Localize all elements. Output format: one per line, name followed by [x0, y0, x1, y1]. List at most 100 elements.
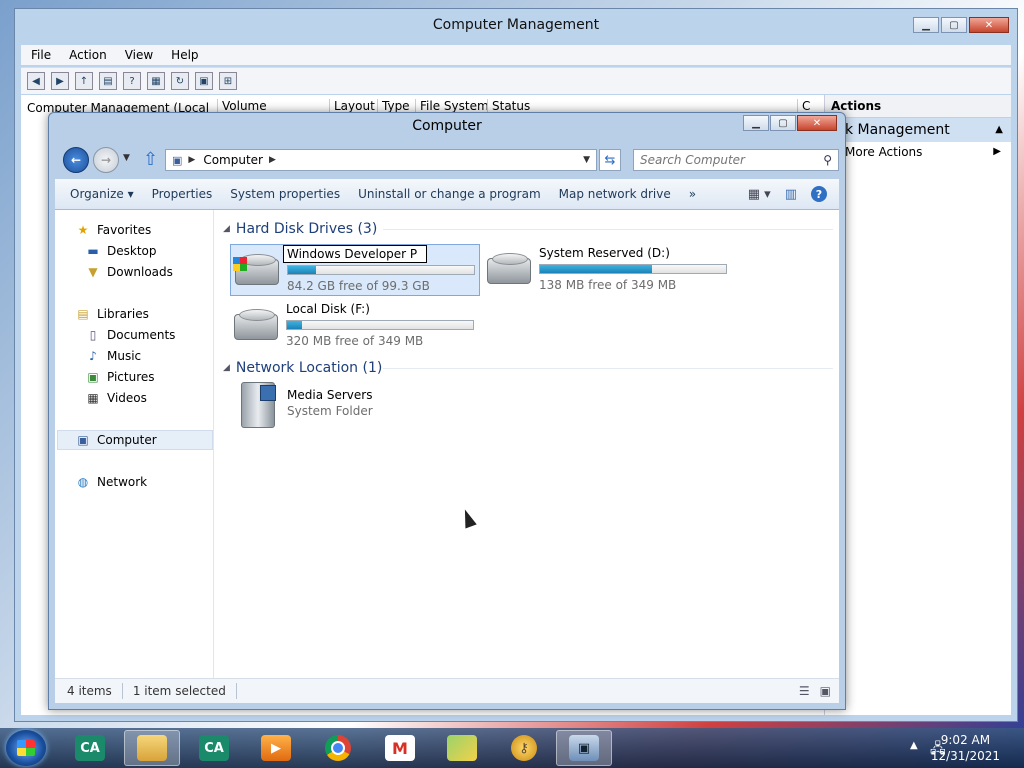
- search-icon[interactable]: ⚲: [823, 153, 832, 167]
- taskbar-app-credit-agricole-1[interactable]: CA: [62, 730, 118, 766]
- drive-local-disk[interactable]: Local Disk (F:) 320 MB free of 349 MB: [230, 300, 480, 352]
- taskbar-app-security[interactable]: ⚷: [496, 730, 552, 766]
- drive-name: System Reserved (D:): [539, 246, 670, 260]
- clock-date: 12/31/2021: [930, 749, 1000, 763]
- drive-usage-fill: [287, 321, 302, 329]
- gmail-icon: M: [385, 735, 415, 761]
- drive-windows[interactable]: 84.2 GB free of 99.3 GB: [230, 244, 480, 296]
- preview-pane-icon[interactable]: ▥: [785, 187, 797, 202]
- minimize-button[interactable]: ▁: [743, 115, 769, 131]
- drive-usage-fill: [288, 266, 316, 274]
- close-button[interactable]: ✕: [797, 115, 837, 131]
- uninstall-program-button[interactable]: Uninstall or change a program: [349, 187, 550, 201]
- collapse-icon[interactable]: ▲: [995, 118, 1003, 142]
- search-input[interactable]: [634, 152, 824, 168]
- change-view-icon[interactable]: ▦ ▾: [748, 187, 771, 202]
- breadcrumb-chevron-icon[interactable]: ▶: [269, 155, 276, 165]
- rename-drive-input[interactable]: [283, 245, 427, 263]
- nav-documents[interactable]: ▯ Documents: [85, 325, 176, 345]
- computer-explorer-window: Computer ▁ ▢ ✕ ← → ▼ ⇧ ▣ ▶ Computer ▶ ▼ …: [48, 112, 846, 710]
- maximize-button[interactable]: ▢: [770, 115, 796, 131]
- address-dropdown-icon[interactable]: ▼: [583, 155, 590, 165]
- recent-pages-dropdown-icon[interactable]: ▼: [123, 153, 130, 163]
- nav-desktop[interactable]: ▬ Desktop: [85, 241, 156, 261]
- up-level-icon[interactable]: ⇧: [143, 149, 158, 170]
- cm-window-title: Computer Management: [432, 17, 600, 33]
- help-icon[interactable]: ?: [811, 186, 827, 202]
- taskbar-app-chrome[interactable]: [310, 730, 366, 766]
- menu-file[interactable]: File: [31, 48, 51, 62]
- minimize-button[interactable]: ▁: [913, 17, 939, 33]
- breadcrumb-chevron-icon[interactable]: ▶: [188, 155, 195, 165]
- actions-section-disk-management[interactable]: k Management ▲: [825, 118, 1011, 142]
- actions-header: Actions: [825, 95, 1011, 118]
- nav-downloads[interactable]: ▼ Downloads: [85, 262, 173, 282]
- hard-disk-icon: [487, 253, 531, 284]
- media-server-icon: [241, 382, 276, 428]
- refresh-button[interactable]: ⇆: [599, 149, 621, 171]
- system-tray: ▲ 🖧 9:02 AM 12/31/2021: [874, 728, 1024, 768]
- help-icon[interactable]: ?: [123, 72, 141, 90]
- organize-button[interactable]: Organize ▾: [61, 187, 143, 201]
- drive-system-reserved[interactable]: System Reserved (D:) 138 MB free of 349 …: [483, 244, 743, 296]
- taskbar-app-media-player[interactable]: ▶: [248, 730, 304, 766]
- up-folder-icon[interactable]: ↑: [75, 72, 93, 90]
- taskbar-app-gmail[interactable]: M: [372, 730, 428, 766]
- panel-icon[interactable]: ▦: [147, 72, 165, 90]
- clock[interactable]: 9:02 AM 12/31/2021: [931, 732, 1000, 764]
- pictures-icon: ▣: [87, 370, 99, 384]
- large-icons-view-icon[interactable]: ▣: [820, 684, 831, 698]
- windows-logo-icon: [17, 740, 35, 756]
- taskbar-app-credit-agricole-2[interactable]: CA: [186, 730, 242, 766]
- cm-toolbar: ◀ ▶ ↑ ▤ ? ▦ ↻ ▣ ⊞: [21, 67, 1011, 94]
- back-button[interactable]: ←: [63, 147, 89, 173]
- map-network-drive-button[interactable]: Map network drive: [550, 187, 680, 201]
- group-hard-disk-drives[interactable]: ◢ Hard Disk Drives (3): [223, 219, 833, 239]
- more-commands-button[interactable]: »: [680, 187, 705, 201]
- system-properties-button[interactable]: System properties: [221, 187, 349, 201]
- nav-network[interactable]: ◍ Network: [75, 472, 147, 492]
- forward-button[interactable]: →: [93, 147, 119, 173]
- menu-help[interactable]: Help: [171, 48, 198, 62]
- address-box[interactable]: ▣ ▶ Computer ▶ ▼: [165, 149, 597, 171]
- actions-more-actions[interactable]: More Actions ▶: [825, 142, 1011, 162]
- nav-libraries[interactable]: ▤ Libraries: [75, 304, 149, 324]
- nav-pictures[interactable]: ▣ Pictures: [85, 367, 154, 387]
- menu-view[interactable]: View: [125, 48, 153, 62]
- file-explorer-icon: [137, 735, 167, 761]
- menu-action[interactable]: Action: [69, 48, 107, 62]
- properties-icon[interactable]: ▣: [195, 72, 213, 90]
- maximize-button[interactable]: ▢: [941, 17, 967, 33]
- status-item-count: 4 items: [67, 684, 112, 698]
- back-arrow-icon[interactable]: ◀: [27, 72, 45, 90]
- details-view-icon[interactable]: ☰: [799, 684, 810, 698]
- taskbar-app-file-explorer[interactable]: [124, 730, 180, 766]
- forward-arrow-icon[interactable]: ▶: [51, 72, 69, 90]
- nav-favorites[interactable]: ★ Favorites: [75, 220, 152, 240]
- documents-icon: ▯: [89, 328, 97, 342]
- nav-computer[interactable]: ▣ Computer: [75, 430, 156, 450]
- taskbar: CA CA ▶ M ⚷ ▣ ▲ 🖧 9:02 AM 12/31/2021: [0, 728, 1024, 768]
- start-button[interactable]: [6, 730, 46, 766]
- drive-free-space: 84.2 GB free of 99.3 GB: [287, 279, 430, 293]
- show-tree-icon[interactable]: ▤: [99, 72, 117, 90]
- collapse-group-icon[interactable]: ◢: [223, 363, 230, 373]
- properties-button[interactable]: Properties: [143, 187, 222, 201]
- collapse-group-icon[interactable]: ◢: [223, 224, 230, 234]
- refresh-icon[interactable]: ↻: [171, 72, 189, 90]
- export-icon[interactable]: ⊞: [219, 72, 237, 90]
- show-hidden-icons-icon[interactable]: ▲: [910, 740, 918, 751]
- close-button[interactable]: ✕: [969, 17, 1009, 33]
- search-box[interactable]: ⚲: [633, 149, 839, 171]
- cm-menu-bar: File Action View Help: [21, 45, 1011, 65]
- nav-videos[interactable]: ▦ Videos: [85, 388, 147, 408]
- network-item-media-servers[interactable]: Media Servers System Folder: [237, 382, 437, 432]
- drive-usage-bar: [539, 264, 727, 274]
- breadcrumb-computer[interactable]: Computer: [203, 153, 263, 167]
- taskbar-app-computer-management[interactable]: ▣: [556, 730, 612, 766]
- group-network-location[interactable]: ◢ Network Location (1): [223, 358, 833, 378]
- downloads-folder-icon: ▼: [88, 265, 98, 279]
- computer-icon: ▣: [77, 433, 89, 447]
- nav-music[interactable]: ♪ Music: [85, 346, 141, 366]
- taskbar-app-folders[interactable]: [434, 730, 490, 766]
